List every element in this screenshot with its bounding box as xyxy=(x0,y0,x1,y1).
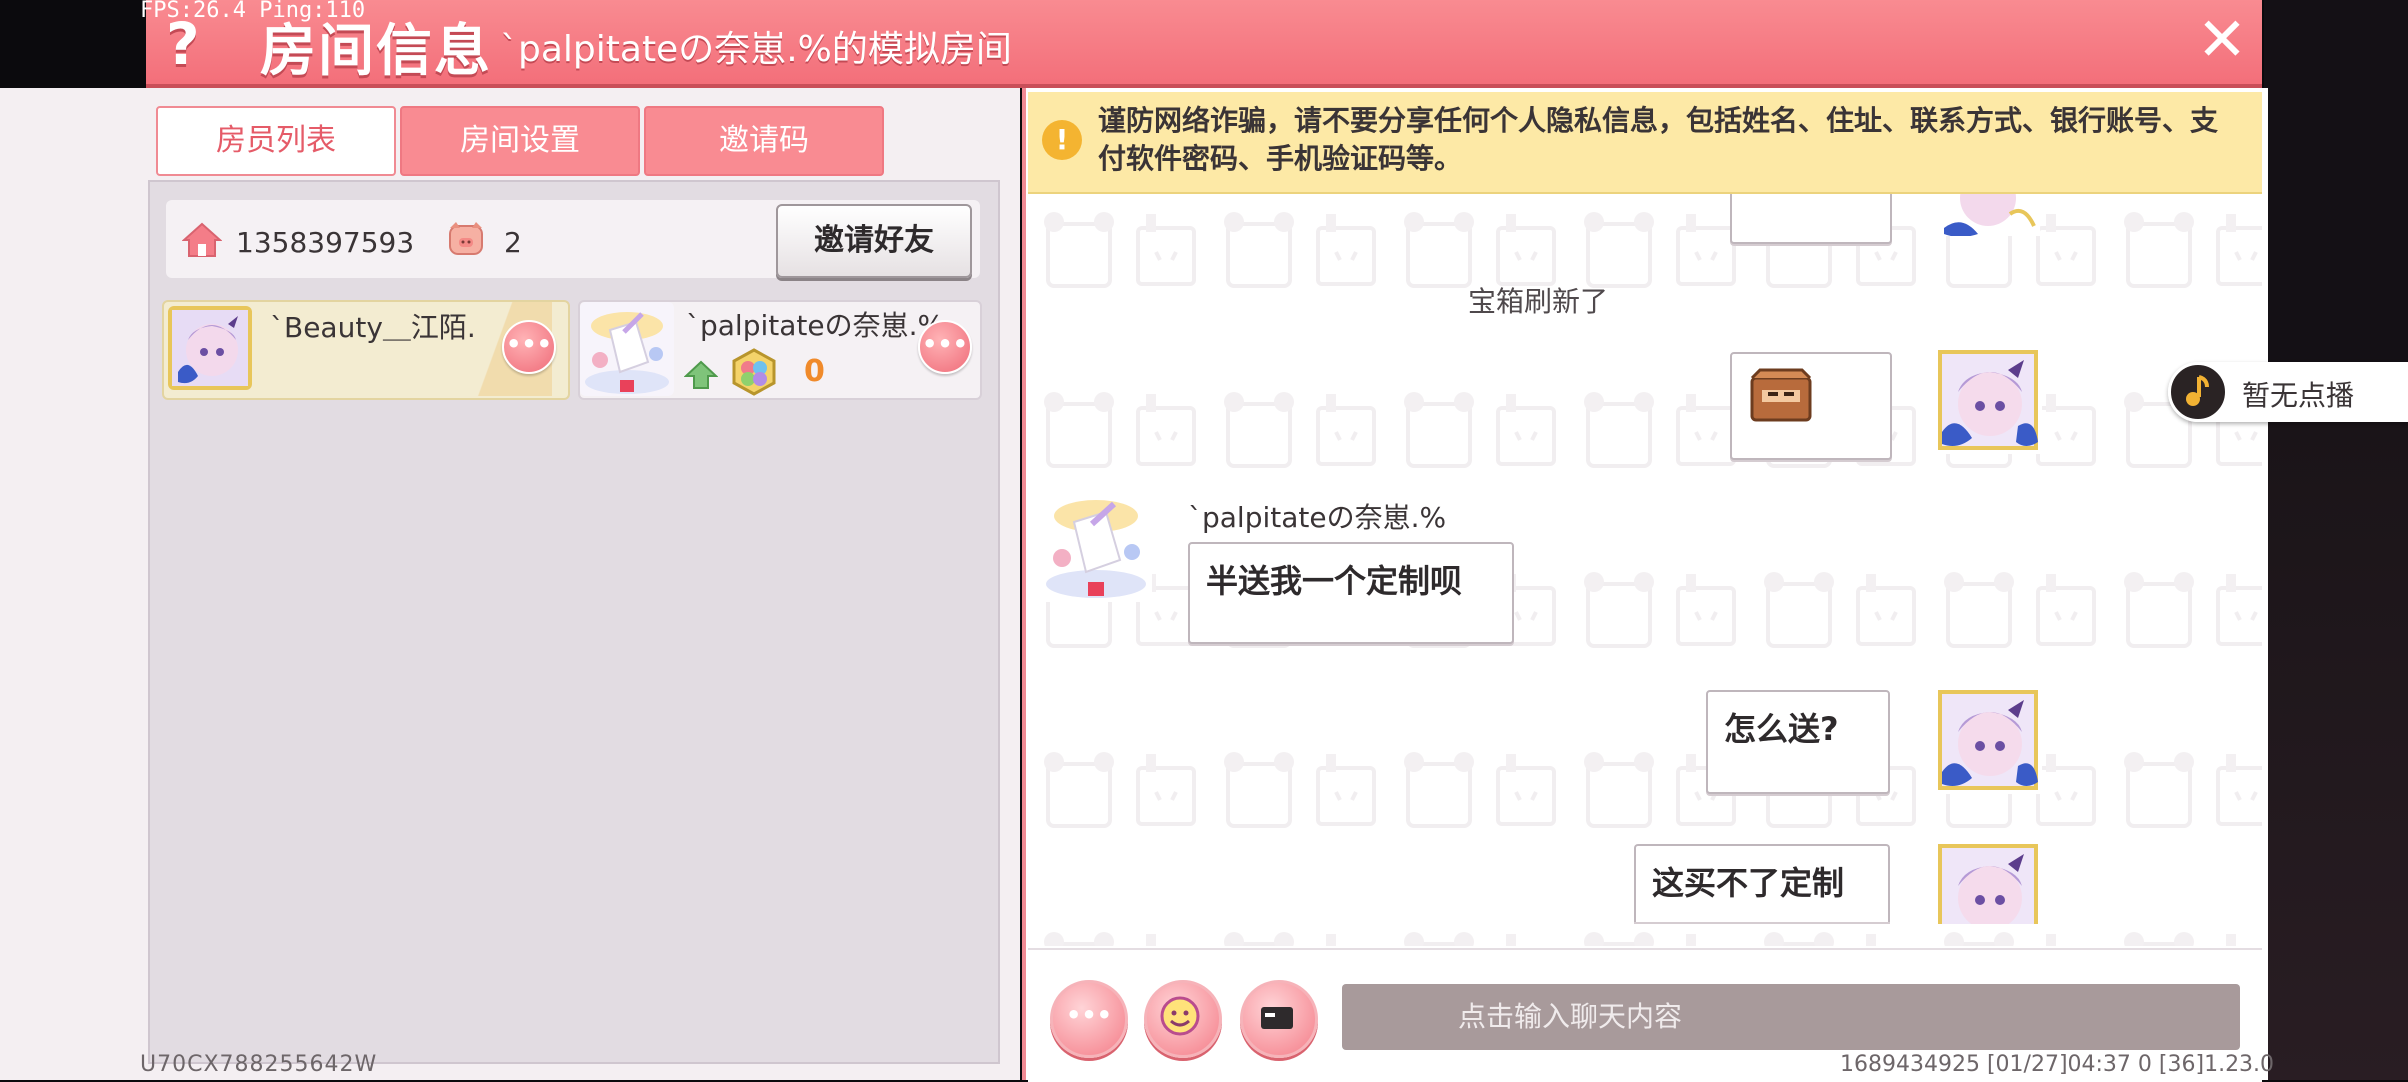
chat-input[interactable]: 点击输入聊天内容 xyxy=(1342,984,2240,1050)
gem-icon xyxy=(732,348,776,396)
side-background-strip xyxy=(2264,420,2408,1080)
avatar xyxy=(580,302,674,396)
tab-member-list[interactable]: 房员列表 xyxy=(156,106,396,176)
room-id: 1358397593 xyxy=(236,226,415,259)
avatar xyxy=(1934,686,2042,794)
warning-icon: ! xyxy=(1042,120,1082,160)
gem-count: 0 xyxy=(804,354,825,389)
avatar xyxy=(1936,194,2040,236)
message-bubble-outgoing: 这买不了定制 xyxy=(1634,844,1890,922)
message-bubble-partial xyxy=(1730,194,1892,244)
build-info: 1689434925 [01/27]04:37 0 [36]1.23.0 xyxy=(1840,1052,2275,1077)
user-id: U70CX788255642W xyxy=(140,1052,378,1077)
more-icon[interactable]: ••• xyxy=(502,320,556,374)
notice-text: 谨防网络诈骗，请不要分享任何个人隐私信息，包括姓名、住址、联系方式、银行账号、支… xyxy=(1098,104,2219,175)
more-icon[interactable]: ••• xyxy=(918,320,972,374)
system-message: 宝箱刷新了 xyxy=(1468,285,1609,318)
message-bubble-incoming: 半送我一个定制呗 xyxy=(1188,542,1514,644)
more-icon[interactable]: ••• xyxy=(1050,980,1128,1058)
member-name: `Beauty＿江陌. xyxy=(270,311,476,344)
fps-readout: FPS:26.4 Ping:110 xyxy=(140,0,366,23)
room-title: `palpitateの奈崽.%的模拟房间 xyxy=(500,29,1012,70)
invite-friends-button[interactable]: 邀请好友 xyxy=(776,204,972,278)
member-name: `palpitateの奈崽.% xyxy=(686,309,945,342)
music-status: 暂无点播 xyxy=(2242,379,2355,412)
tab-room-settings[interactable]: 房间设置 xyxy=(400,106,640,176)
avatar xyxy=(1934,346,2042,454)
music-note-icon xyxy=(2186,375,2209,406)
avatar xyxy=(1040,490,1152,602)
treasure-chest-icon xyxy=(1750,368,1812,422)
home-icon xyxy=(182,222,222,257)
pig-icon xyxy=(449,222,483,255)
emoji-icon xyxy=(1160,996,1200,1036)
member-count: 2 xyxy=(504,226,522,259)
close-icon[interactable]: ✕ xyxy=(2192,8,2252,72)
card-button[interactable] xyxy=(1240,980,1318,1058)
sender-name: `palpitateの奈崽.% xyxy=(1188,501,1447,534)
message-bubble-outgoing: 怎么送? xyxy=(1706,690,1890,794)
level-up-icon xyxy=(684,360,718,389)
music-button[interactable] xyxy=(2168,362,2228,422)
card-icon xyxy=(1261,1007,1293,1029)
tab-invite-code[interactable]: 邀请码 xyxy=(644,106,884,176)
emoji-button[interactable] xyxy=(1144,980,1222,1058)
avatar xyxy=(168,306,252,390)
avatar xyxy=(1934,840,2042,924)
